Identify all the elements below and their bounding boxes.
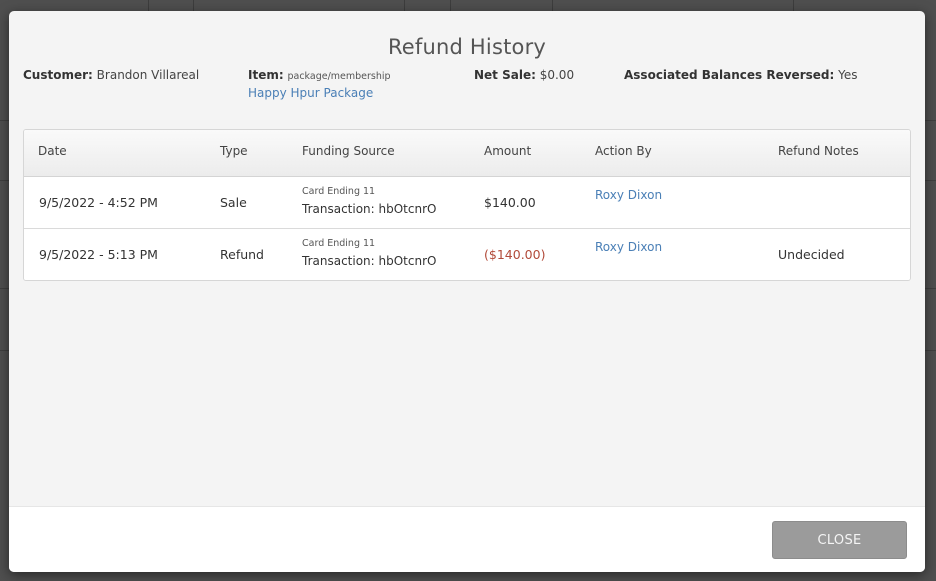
cell-funding-transaction: Transaction: hbOtcnrO [302,202,437,216]
background-divider [404,0,405,11]
table-row: 9/5/2022 - 5:13 PM Refund Card Ending 11… [24,229,910,280]
customer-name: Brandon Villareal [96,68,200,82]
net-sale-info: Net Sale: $0.00 [474,68,574,82]
modal-footer: CLOSE [9,506,925,572]
table-header: Date Type Funding Source Amount Action B… [24,130,910,177]
cell-funding-card: Card Ending 11 [302,186,376,197]
cell-action-by-link[interactable]: Roxy Dixon [595,188,662,202]
balances-reversed-value: Yes [838,68,858,82]
item-name-link[interactable]: Happy Hpur Package [248,86,373,100]
background-divider [193,0,194,11]
balances-reversed-label: Associated Balances Reversed: [624,68,835,82]
column-header-funding-source: Funding Source [302,144,395,158]
net-sale-value: $0.00 [539,68,575,82]
cell-date: 9/5/2022 - 4:52 PM [39,195,158,210]
cell-type: Refund [220,247,264,262]
column-header-action-by: Action By [595,144,652,158]
column-header-date: Date [38,144,67,158]
item-info: Item: package/membership [248,68,391,82]
item-label: Item: [248,68,284,82]
cell-amount: $140.00 [484,195,536,210]
close-button[interactable]: CLOSE [772,521,907,559]
net-sale-label: Net Sale: [474,68,536,82]
cell-date: 9/5/2022 - 5:13 PM [39,247,158,262]
cell-refund-notes: Undecided [778,247,845,262]
refund-history-modal: Refund History Customer: Brandon Villare… [9,11,925,572]
item-type: package/membership [287,71,391,82]
balances-reversed-info: Associated Balances Reversed: Yes [624,68,857,82]
refund-history-table: Date Type Funding Source Amount Action B… [23,129,911,281]
background-divider [148,0,149,11]
cell-funding-card: Card Ending 11 [302,238,376,249]
background-divider [552,0,553,11]
column-header-refund-notes: Refund Notes [778,144,859,158]
modal-title: Refund History [387,35,547,59]
table-row: 9/5/2022 - 4:52 PM Sale Card Ending 11 T… [24,177,910,229]
cell-amount: ($140.00) [484,247,546,262]
background-divider [450,0,451,11]
cell-action-by-link[interactable]: Roxy Dixon [595,240,662,254]
cell-funding-transaction: Transaction: hbOtcnrO [302,254,437,268]
customer-label: Customer: [23,68,93,82]
column-header-amount: Amount [484,144,532,158]
cell-type: Sale [220,195,247,210]
column-header-type: Type [220,144,248,158]
customer-info: Customer: Brandon Villareal [23,68,199,82]
background-divider [793,0,794,11]
